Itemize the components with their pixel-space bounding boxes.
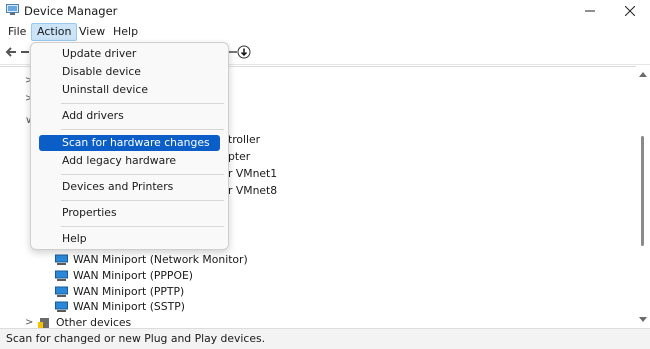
tree-row-label: WAN Miniport (PPPOE) [73, 269, 193, 282]
menu-separator [61, 129, 224, 130]
title-bar: Device Manager [0, 0, 650, 22]
menu-separator [61, 200, 224, 201]
menu-item-update-driver[interactable]: Update driver [39, 46, 220, 62]
tree-row-partial[interactable]: pter [228, 149, 250, 165]
action-menu: Update driver Disable device Uninstall d… [30, 42, 229, 250]
scroll-thumb[interactable] [641, 136, 644, 246]
maximize-button-visual[interactable] [573, 0, 613, 22]
tree-row[interactable]: WAN Miniport (Network Monitor) [55, 252, 248, 268]
menu-item-uninstall-device[interactable]: Uninstall device [39, 82, 220, 98]
menu-separator [61, 174, 224, 175]
menu-item-add-drivers[interactable]: Add drivers [39, 108, 220, 124]
tree-row-label: WAN Miniport (PPTP) [73, 285, 185, 298]
menu-action[interactable]: Action [31, 23, 78, 41]
vertical-scrollbar[interactable] [636, 66, 650, 328]
network-adapter-icon [55, 270, 68, 281]
scroll-up-icon[interactable] [639, 72, 647, 77]
menu-item-scan-for-hardware-changes[interactable]: Scan for hardware changes [39, 135, 220, 151]
chevron-right-icon[interactable]: > [25, 317, 33, 328]
tree-row-label: WAN Miniport (Network Monitor) [73, 253, 248, 266]
close-icon [625, 6, 635, 16]
menu-item-properties[interactable]: Properties [39, 205, 220, 221]
tree-row-partial[interactable]: troller [228, 132, 260, 148]
menu-item-help[interactable]: Help [39, 231, 220, 247]
menu-bar: File Action View Help [0, 22, 650, 42]
back-arrow-icon[interactable] [5, 46, 17, 58]
tree-row[interactable]: WAN Miniport (PPTP) [55, 284, 184, 300]
close-button[interactable] [610, 0, 650, 22]
menu-item-devices-and-printers[interactable]: Devices and Printers [39, 179, 220, 195]
menu-item-disable-device[interactable]: Disable device [39, 64, 220, 80]
tree-row-label: WAN Miniport (SSTP) [73, 300, 185, 313]
menu-file[interactable]: File [3, 24, 31, 40]
network-adapter-icon [55, 301, 68, 312]
tree-category-other-devices[interactable]: Other devices [38, 315, 131, 329]
tree-row[interactable]: WAN Miniport (PPPOE) [55, 268, 193, 284]
tree-row[interactable]: WAN Miniport (SSTP) [55, 299, 185, 315]
scroll-down-icon[interactable] [639, 317, 647, 322]
tree-row-partial[interactable]: r VMnet1 [228, 166, 277, 182]
menu-separator [61, 103, 224, 104]
status-text: Scan for changed or new Plug and Play de… [6, 332, 266, 345]
network-adapter-icon [55, 254, 68, 265]
menu-view[interactable]: View [74, 24, 110, 40]
window-title: Device Manager [24, 4, 118, 18]
device-manager-icon [6, 4, 19, 15]
update-driver-toolbar-icon[interactable] [237, 45, 251, 59]
menu-help[interactable]: Help [108, 24, 143, 40]
status-bar: Scan for changed or new Plug and Play de… [0, 328, 650, 349]
network-adapter-icon [55, 286, 68, 297]
tree-row-partial[interactable]: r VMnet8 [228, 183, 277, 199]
menu-separator [61, 226, 224, 227]
menu-item-add-legacy-hardware[interactable]: Add legacy hardware [39, 153, 220, 169]
